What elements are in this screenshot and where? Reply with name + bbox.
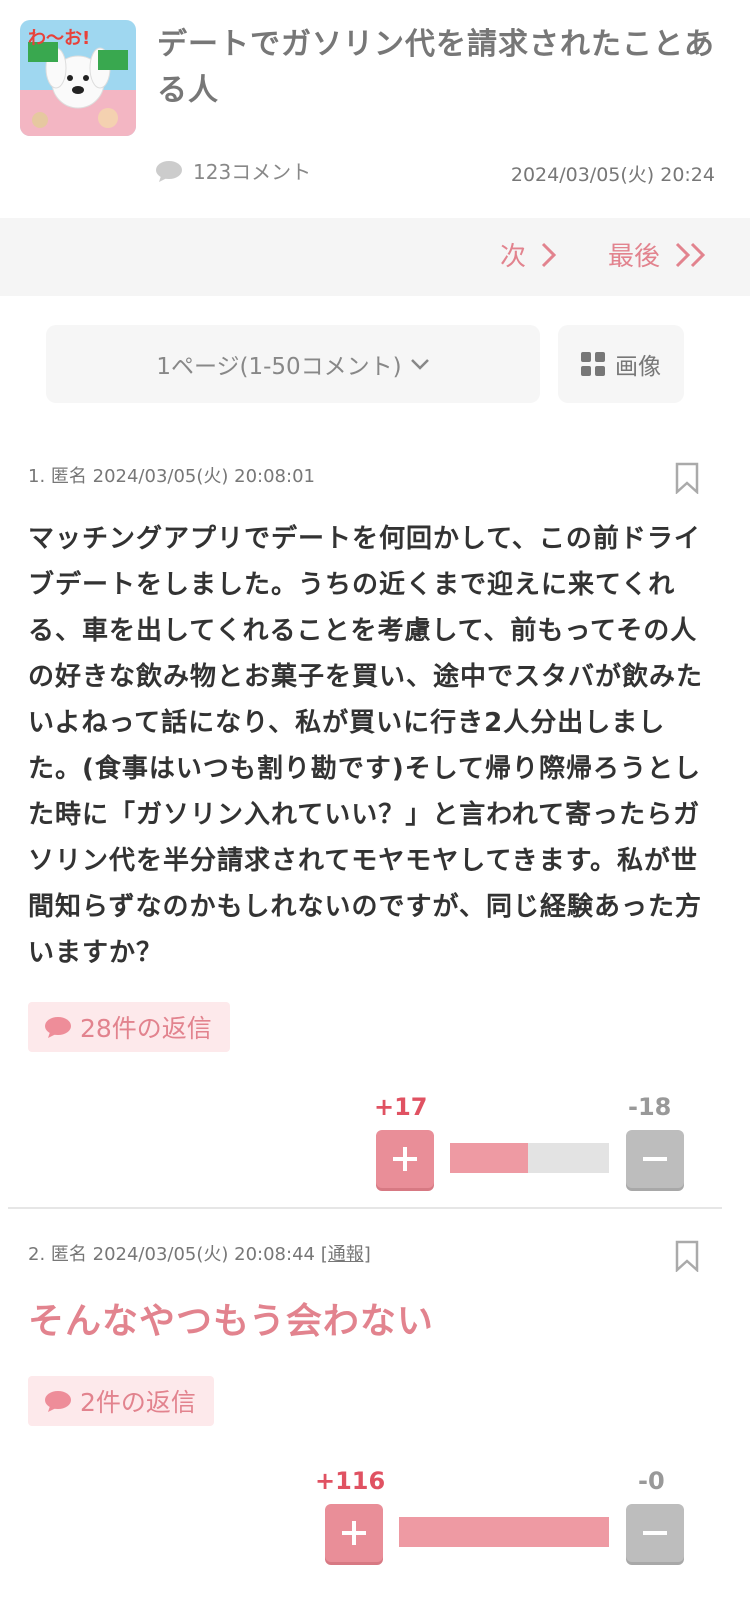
thumbnail-logo-text: わ〜お! xyxy=(28,28,90,49)
next-label: 次 xyxy=(500,242,527,272)
topic-header: わ〜お! デートでガソリン代を請求されたことある人 123コメント 2024/0… xyxy=(0,0,750,218)
comment-meta: 2. 匿名 2024/03/05(火) 20:08:44 [通報] xyxy=(28,1240,371,1266)
page-select-label: 1ページ(1-50コメント) xyxy=(156,354,402,380)
bookmark-icon[interactable] xyxy=(675,462,699,494)
topic-title: デートでガソリン代を請求されたことある人 xyxy=(157,27,715,108)
minus-icon xyxy=(643,1157,667,1161)
topic-meta: 123コメント 2024/03/05(火) 20:24 xyxy=(155,156,715,188)
minus-icon xyxy=(643,1531,667,1535)
replies-button[interactable]: 2件の返信 xyxy=(28,1376,214,1426)
report-link[interactable]: [通報] xyxy=(321,1244,371,1265)
grid-icon xyxy=(581,352,605,376)
reply-bubble-icon xyxy=(45,1391,71,1412)
page-select-dropdown[interactable]: 1ページ(1-50コメント) xyxy=(46,325,540,403)
comment-body: そんなやつもう会わない xyxy=(28,1301,434,1342)
chevron-right-icon xyxy=(541,242,557,267)
plus-count: +17 xyxy=(374,1093,428,1121)
comment-meta-text: 1. 匿名 2024/03/05(火) 20:08:01 xyxy=(28,466,315,487)
minus-count: -18 xyxy=(628,1093,672,1121)
plus-vote-button[interactable] xyxy=(376,1130,434,1188)
comment-count-label: 123コメント xyxy=(193,160,312,184)
next-page-link[interactable]: 次 xyxy=(500,236,557,273)
comment-count[interactable]: 123コメント xyxy=(155,156,311,185)
last-label: 最後 xyxy=(608,242,661,272)
vote-ratio-bar xyxy=(450,1143,609,1173)
replies-button[interactable]: 28件の返信 xyxy=(28,1002,230,1052)
bookmark-icon[interactable] xyxy=(675,1240,699,1272)
replies-label: 28件の返信 xyxy=(80,1014,212,1043)
comment-meta-text: 2. 匿名 2024/03/05(火) 20:08:44 xyxy=(28,1244,315,1265)
reply-bubble-icon xyxy=(45,1017,71,1038)
vote-ratio-bar xyxy=(399,1517,609,1547)
plus-icon xyxy=(393,1147,417,1171)
topic-thumbnail[interactable]: わ〜お! xyxy=(20,20,136,136)
plus-vote-button[interactable] xyxy=(325,1504,383,1562)
vote-ratio-fill xyxy=(399,1517,609,1547)
minus-count: -0 xyxy=(638,1467,665,1495)
vote-ratio-fill xyxy=(450,1143,528,1173)
chevron-down-icon xyxy=(410,359,429,370)
comment-divider xyxy=(8,1207,722,1209)
minus-vote-button[interactable] xyxy=(626,1130,684,1188)
plus-icon xyxy=(342,1521,366,1545)
pager-bar: 次 最後 xyxy=(0,218,750,296)
topic-date: 2024/03/05(火) 20:24 xyxy=(510,164,715,186)
image-button-label: 画像 xyxy=(615,354,661,380)
double-chevron-right-icon xyxy=(675,242,706,267)
last-page-link[interactable]: 最後 xyxy=(608,236,708,273)
comment-bubble-icon xyxy=(155,160,183,182)
plus-count: +116 xyxy=(315,1467,386,1495)
comment-meta: 1. 匿名 2024/03/05(火) 20:08:01 xyxy=(28,462,315,488)
comment-body: マッチングアプリでデートを何回かして、この前ドライブデートをしました。うちの近く… xyxy=(28,524,704,968)
image-button[interactable]: 画像 xyxy=(558,325,684,403)
minus-vote-button[interactable] xyxy=(626,1504,684,1562)
replies-label: 2件の返信 xyxy=(80,1388,196,1417)
